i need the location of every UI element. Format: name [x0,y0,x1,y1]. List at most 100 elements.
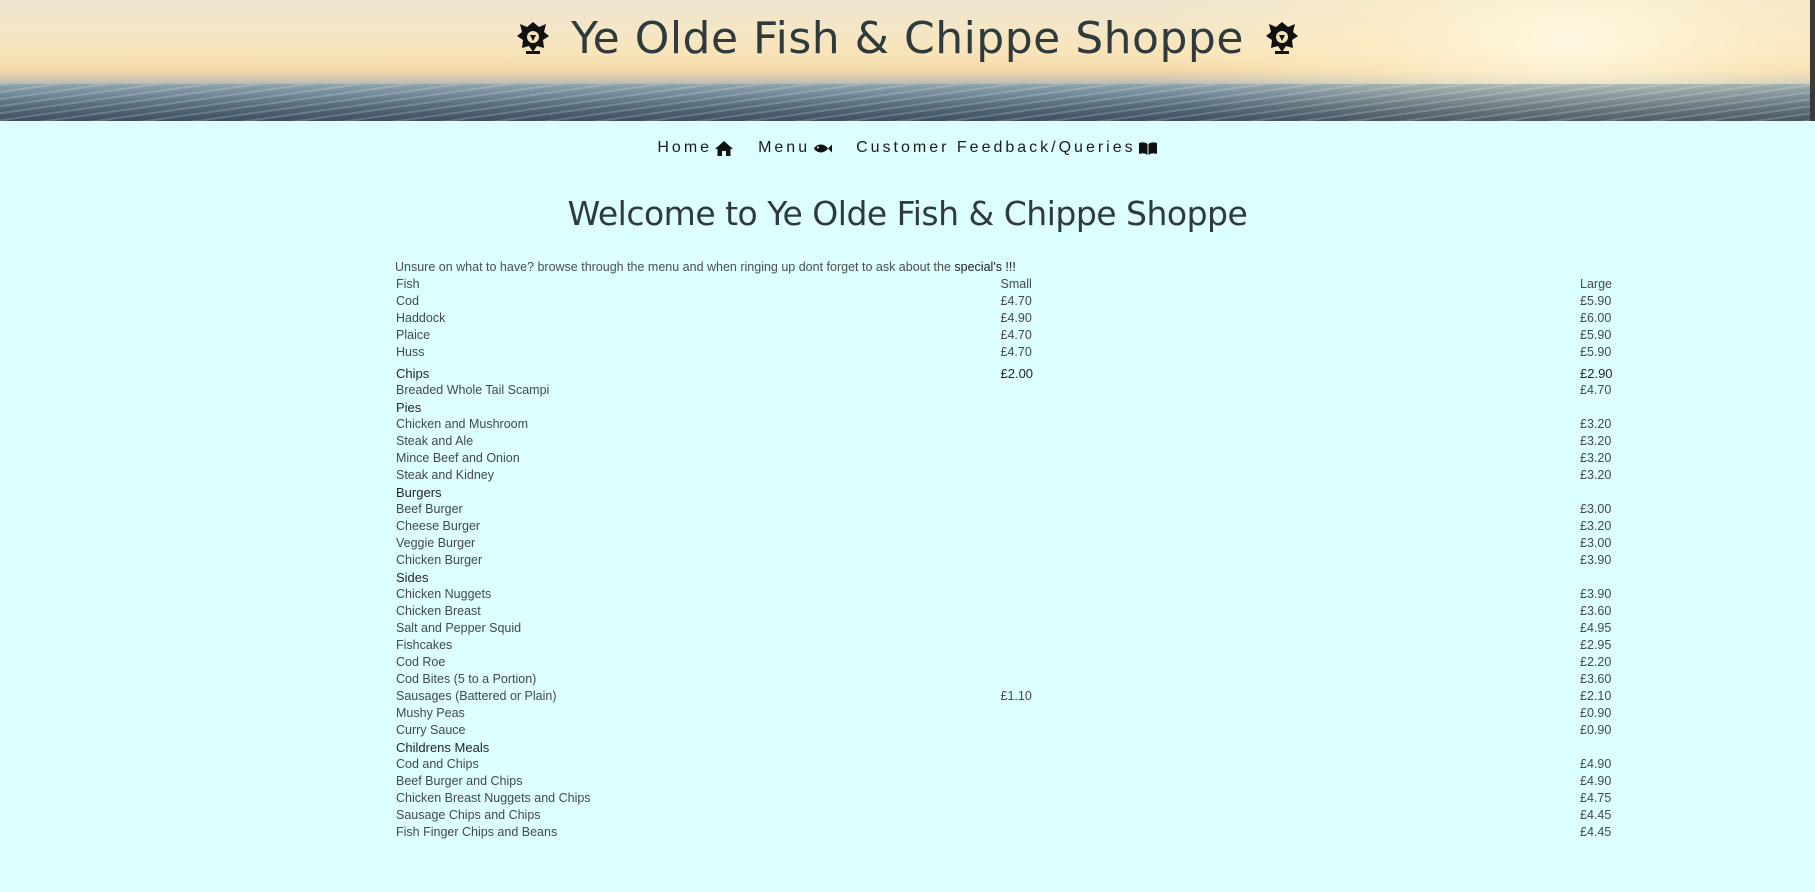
menu-item-price-large: £3.20 [1580,417,1612,431]
menu-item-row: Fishcakes £2.95 [395,637,1640,654]
fish-icon [814,144,833,152]
nav-home-label: Home [657,139,713,156]
menu-item-name: Steak and Ale [396,434,474,448]
menu-item-price-large [1580,569,1640,586]
menu-item-name: Haddock [396,311,446,325]
menu-item-row: Cheese Burger £3.20 [395,518,1640,535]
menu-item-price-large: £3.90 [1580,587,1612,601]
menu-item-price-small [1001,416,1581,433]
menu-item-name: Chicken Breast Nuggets and Chips [396,791,591,805]
menu-item-price-large [1580,399,1640,416]
menu-item-row: Steak and Kidney £3.20 [395,467,1640,484]
menu-item-price-small [1001,671,1581,688]
menu-item-price-large [1580,484,1640,501]
menu-item-price-large: £4.45 [1580,825,1612,839]
home-icon [715,140,734,156]
menu-item-price-small [1001,399,1581,416]
menu-item-name: Pies [396,400,422,415]
menu-item-price-small [1001,382,1581,399]
menu-item-price-small [1001,450,1581,467]
menu-item-price-small [1001,518,1581,535]
menu-item-name: Childrens Meals [396,740,490,755]
menu-item-price-large: £3.00 [1580,502,1612,516]
menu-item-row: Chicken Breast Nuggets and Chips £4.75 [395,790,1640,807]
menu-category-row: Pies [395,399,1640,416]
menu-item-price-small [1001,433,1581,450]
menu-item-name: Fish Finger Chips and Beans [396,825,558,839]
menu-item-row: Haddock £4.90 £6.00 [395,310,1640,327]
menu-item-price-small [1001,705,1581,722]
menu-category-row: Burgers [395,484,1640,501]
menu-item-price-large: £4.75 [1580,791,1612,805]
menu-item-price-large: £4.90 [1580,757,1612,771]
menu-item-row: Curry Sauce £0.90 [395,722,1640,739]
menu-item-name: Cod Bites (5 to a Portion) [396,672,537,686]
menu-item-price-small [1001,739,1581,756]
menu-item-name: Chicken Breast [396,604,481,618]
nav-menu[interactable]: Menu [758,139,833,157]
menu-item-price-large: £4.95 [1580,621,1612,635]
menu-item-price-large: £3.90 [1580,553,1612,567]
menu-item-price-large: £2.20 [1580,655,1612,669]
menu-item-name: Chips [396,366,430,381]
menu-item-name: Salt and Pepper Squid [396,621,522,635]
menu-category-row: Sides [395,569,1640,586]
welcome-heading: Welcome to Ye Olde Fish & Chippe Shoppe [567,194,1248,233]
menu-item-row: Cod £4.70 £5.90 [395,293,1640,310]
menu-item-row: Chicken Nuggets £3.90 [395,586,1640,603]
menu-category-row: Chips £2.00 £2.90 [395,361,1640,382]
menu-item-name: Cod and Chips [396,757,479,771]
column-header-fish: Fish [396,277,420,291]
menu-item-row: Chicken Breast £3.60 [395,603,1640,620]
menu-item-price-large: £3.60 [1580,672,1612,686]
menu-item-row: Cod Bites (5 to a Portion) £3.60 [395,671,1640,688]
menu-item-price-small [1001,484,1581,501]
menu-item-price-large: £3.20 [1580,519,1612,533]
menu-body: Cod £4.70 £5.90 Haddock £4.90 £6.00 Plaice £4.7… [395,293,1640,841]
menu-item-price-large: £5.90 [1580,345,1612,359]
menu-item-row: Chicken and Mushroom £3.20 [395,416,1640,433]
menu-item-name: Mushy Peas [396,706,465,720]
nav-menu-label: Menu [758,139,811,156]
menu-category-row: Childrens Meals [395,739,1640,756]
menu-item-name: Sides [396,570,429,585]
menu-item-price-small [1001,824,1581,841]
menu-item-name: Cod Roe [396,655,446,669]
menu-item-price-small [1001,773,1581,790]
menu-item-price-small [1001,620,1581,637]
menu-header-row: Fish Small Large [395,276,1640,293]
sea-waves [0,84,1815,121]
nav-home[interactable]: Home [657,139,734,157]
menu-item-name: Beef Burger and Chips [396,774,523,788]
menu-item-row: Sausage Chips and Chips £4.45 [395,807,1640,824]
menu-item-row: Steak and Ale £3.20 [395,433,1640,450]
menu-item-price-small: £4.90 [1000,311,1032,325]
menu-item-name: Cod [396,294,419,308]
menu-item-price-small [1001,637,1581,654]
intro-specials: special's !!! [954,260,1016,274]
menu-item-price-large [1580,739,1640,756]
column-header-small: Small [1000,277,1032,291]
menu-item-price-large: £5.90 [1580,294,1612,308]
menu-item-name: Chicken and Mushroom [396,417,529,431]
menu-item-price-small: £2.00 [1000,366,1034,381]
menu-item-row: Sausages (Battered or Plain) £1.10 £2.10 [395,688,1640,705]
nav-feedback[interactable]: Customer Feedback/Queries [856,139,1158,157]
menu-item-name: Chicken Nuggets [396,587,492,601]
site-title: Ye Olde Fish & Chippe Shoppe [571,12,1244,64]
menu-item-price-small [1001,603,1581,620]
menu-item-price-small [1001,654,1581,671]
menu-item-price-large: £3.00 [1580,536,1612,550]
main-nav: Home Menu Customer Feedback/Queries [0,135,1815,161]
menu-item-price-large: £2.10 [1580,689,1612,703]
menu-item-name: Breaded Whole Tail Scampi [396,383,550,397]
menu-item-price-small: £4.70 [1000,345,1032,359]
menu-item-price-small [1001,790,1581,807]
menu-item-price-small [1001,569,1581,586]
menu-item-name: Sausage Chips and Chips [396,808,541,822]
menu-item-price-large: £3.20 [1580,468,1612,482]
menu-item-name: Veggie Burger [396,536,476,550]
menu-item-price-large: £2.95 [1580,638,1612,652]
menu-item-price-large: £0.90 [1580,706,1612,720]
menu-item-row: Breaded Whole Tail Scampi £4.70 [395,382,1640,399]
